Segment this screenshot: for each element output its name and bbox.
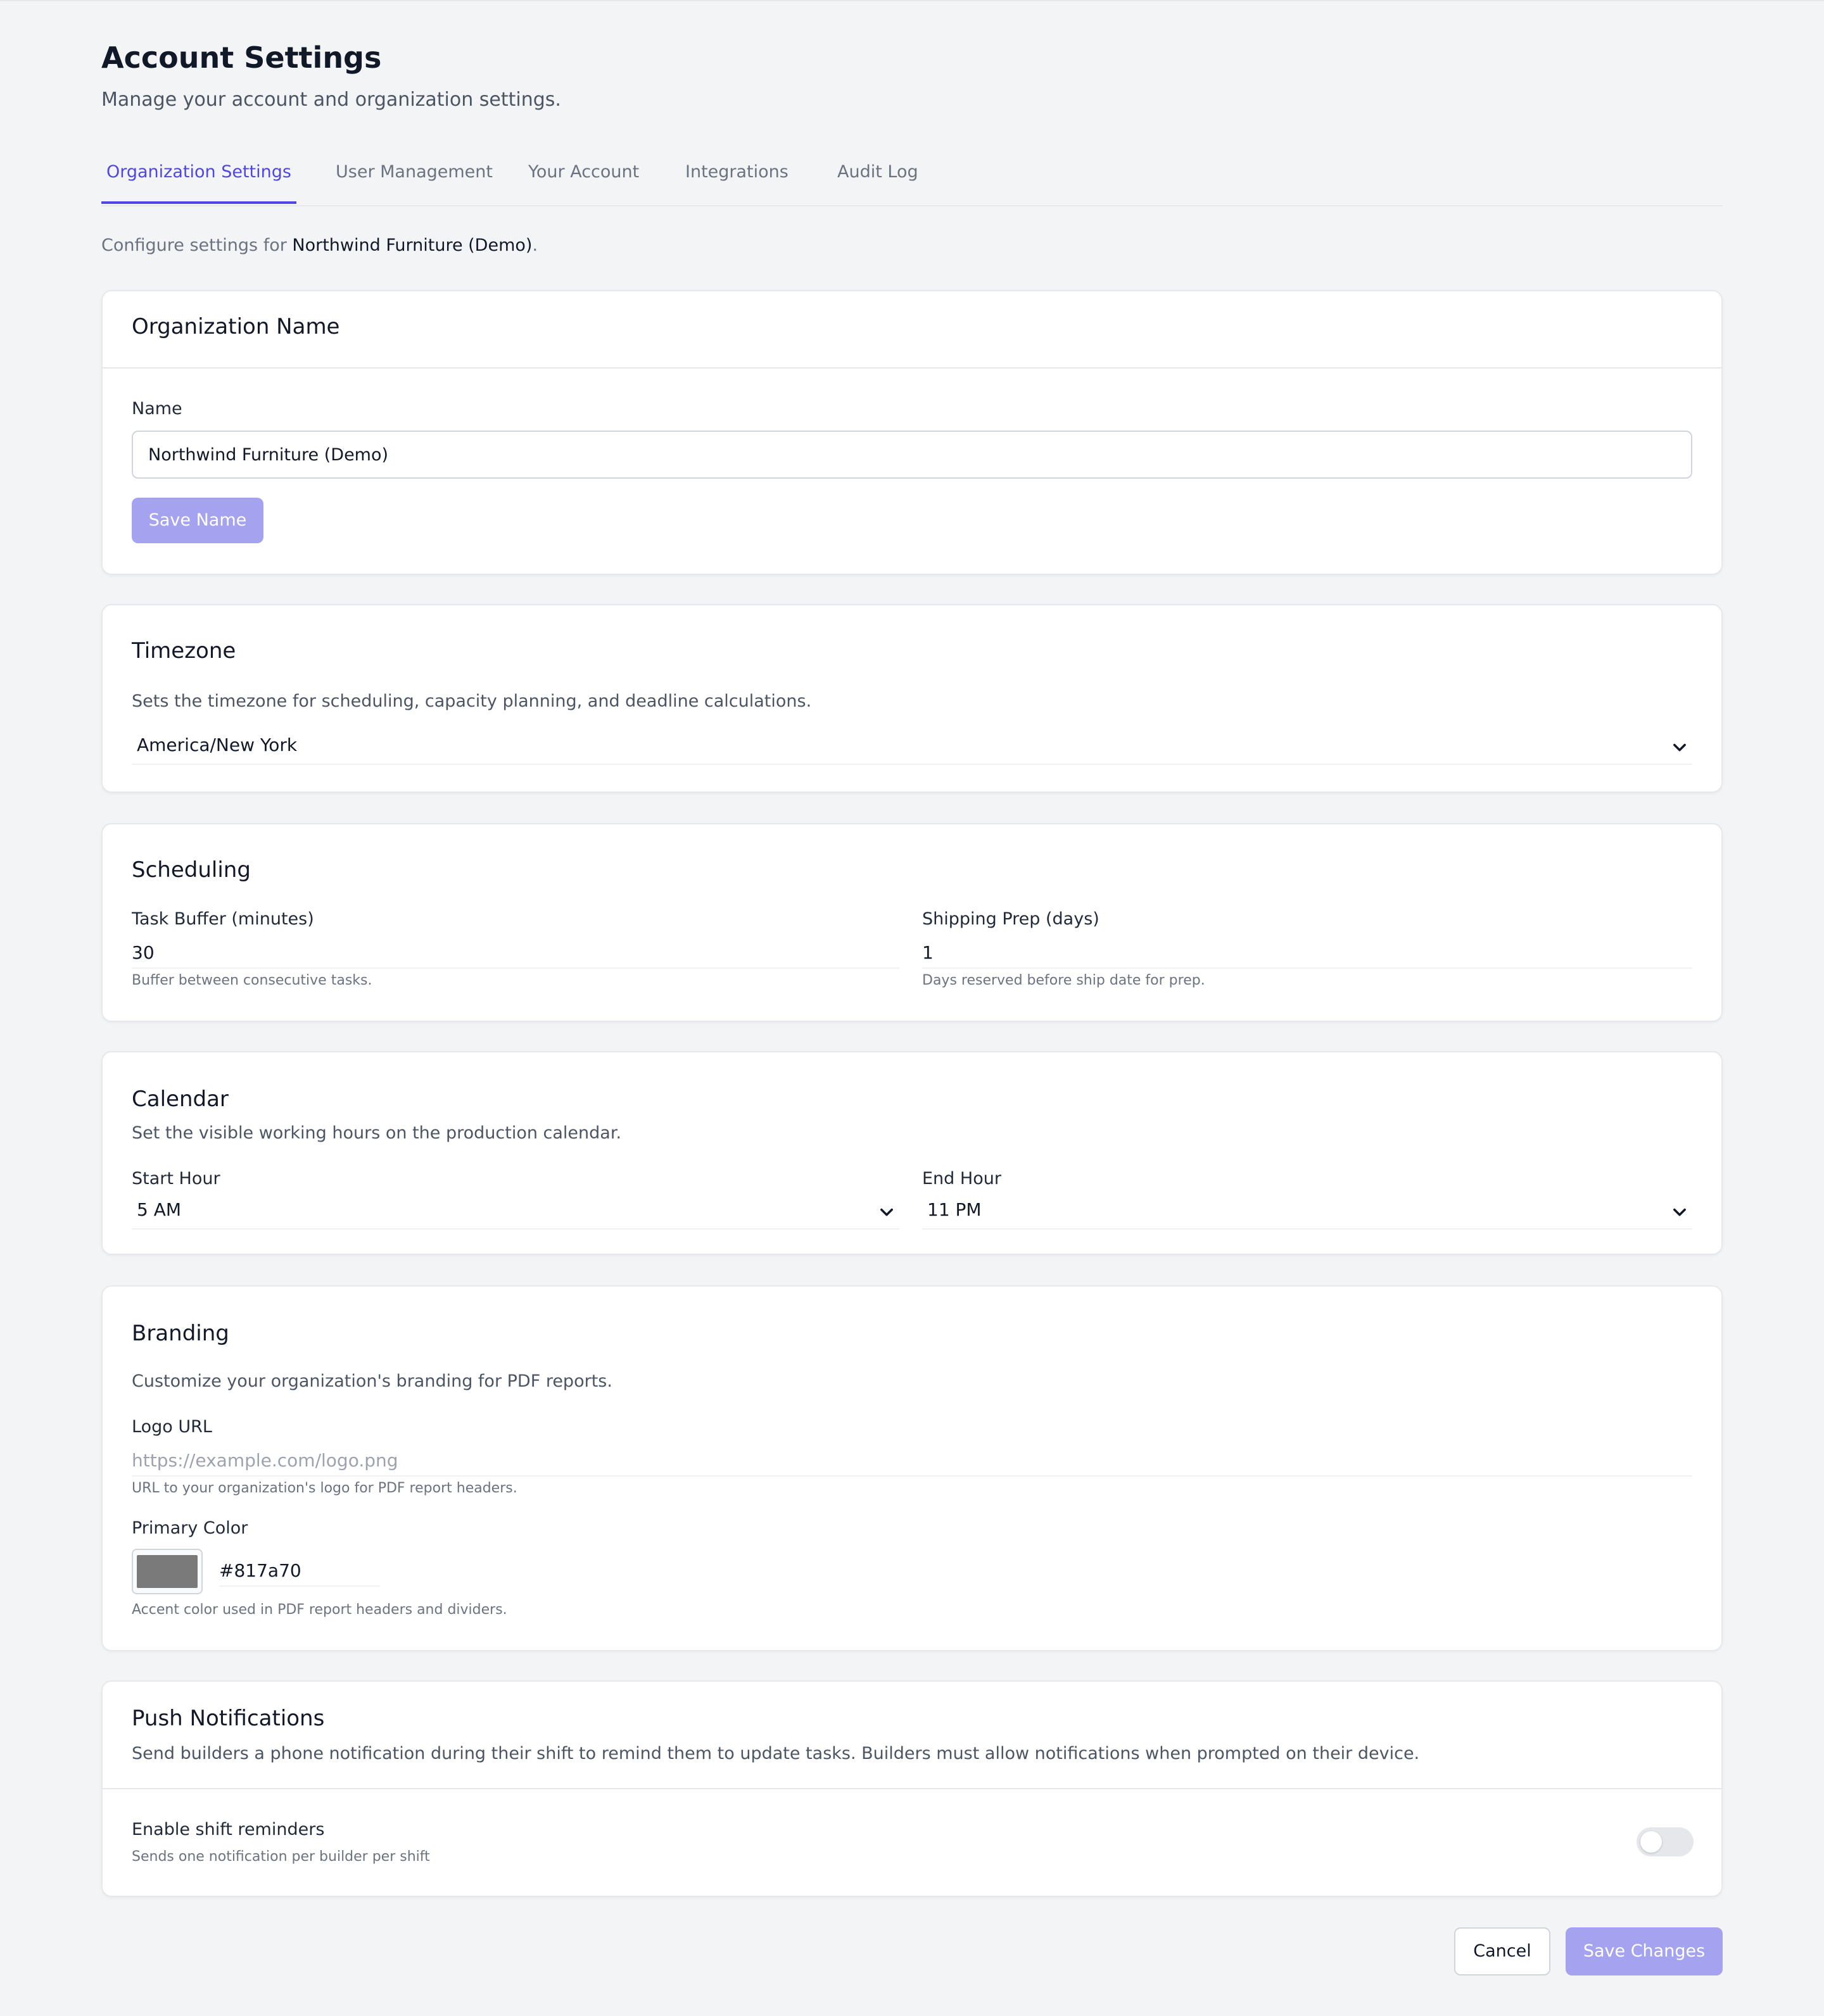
timezone-description: Sets the timezone for scheduling, capaci… [132,691,812,711]
configure-org-name: Northwind Furniture (Demo) [292,236,533,255]
timezone-selected-value: America/New York [137,734,298,755]
push-notifications-description: Send builders a phone notification durin… [132,1744,1420,1763]
chevron-down-icon [880,1208,893,1216]
toggle-knob [1640,1831,1662,1853]
task-buffer-input[interactable] [132,937,899,969]
primary-color-label: Primary Color [132,1518,248,1538]
timezone-card: Timezone Sets the timezone for schedulin… [101,604,1723,793]
shift-reminders-help: Sends one notification per builder per s… [132,1849,430,1865]
configure-suffix: . [532,236,538,255]
calendar-title: Calendar [132,1087,229,1112]
color-swatch-picker[interactable] [132,1549,203,1594]
name-label: Name [132,399,182,419]
timezone-select[interactable]: America/New York [132,732,1692,765]
logo-url-help: URL to your organization's logo for PDF … [132,1480,517,1496]
tab-audit-log[interactable]: Audit Log [832,162,923,204]
start-hour-select[interactable]: 5 AM [132,1197,899,1230]
push-notifications-card: Push Notifications Send builders a phone… [101,1680,1723,1897]
start-hour-value: 5 AM [137,1199,182,1220]
push-notifications-title: Push Notifications [132,1706,325,1731]
shift-reminders-label: Enable shift reminders [132,1820,325,1839]
tab-your-account[interactable]: Your Account [523,162,644,204]
task-buffer-label: Task Buffer (minutes) [132,909,314,929]
branding-card: Branding Customize your organization's b… [101,1285,1723,1651]
scheduling-title: Scheduling [132,857,251,883]
shipping-prep-label: Shipping Prep (days) [922,909,1099,929]
chevron-down-icon [1673,1208,1686,1216]
task-buffer-help: Buffer between consecutive tasks. [132,973,372,988]
logo-url-label: Logo URL [132,1417,212,1437]
page-title: Account Settings [101,41,382,75]
start-hour-label: Start Hour [132,1169,220,1188]
end-hour-value: 11 PM [927,1199,982,1220]
logo-url-input[interactable] [132,1445,1692,1477]
end-hour-select[interactable]: 11 PM [922,1197,1692,1230]
shipping-prep-help: Days reserved before ship date for prep. [922,973,1205,988]
branding-title: Branding [132,1321,229,1346]
chevron-down-icon [1673,743,1686,752]
scheduling-card: Scheduling Task Buffer (minutes) Buffer … [101,823,1723,1022]
save-name-button[interactable]: Save Name [132,498,263,543]
calendar-description: Set the visible working hours on the pro… [132,1123,622,1143]
shipping-prep-input[interactable] [922,937,1692,969]
tab-user-management[interactable]: User Management [331,162,498,204]
tab-integrations[interactable]: Integrations [680,162,794,204]
organization-name-card: Organization Name Name Save Name [101,290,1723,575]
shift-reminders-toggle[interactable] [1637,1827,1694,1856]
tab-organization-settings[interactable]: Organization Settings [101,162,296,204]
primary-color-input[interactable] [219,1555,380,1587]
save-changes-button[interactable]: Save Changes [1566,1927,1723,1975]
configure-prefix: Configure settings for [101,236,293,255]
page-subtitle: Manage your account and organization set… [101,89,561,111]
card-divider [103,367,1721,369]
branding-description: Customize your organization's branding f… [132,1371,612,1391]
organization-name-title: Organization Name [132,314,340,339]
cancel-button[interactable]: Cancel [1454,1927,1550,1975]
configure-note: Configure settings for Northwind Furnitu… [101,236,538,255]
settings-tabs: Organization Settings User Management Yo… [101,151,1723,206]
timezone-title: Timezone [132,638,236,664]
organization-name-input[interactable] [132,431,1692,479]
primary-color-help: Accent color used in PDF report headers … [132,1602,507,1618]
top-rule [0,0,1824,1]
card-divider [103,1788,1721,1789]
end-hour-label: End Hour [922,1169,1001,1188]
color-swatch-fill [137,1555,198,1588]
calendar-card: Calendar Set the visible working hours o… [101,1051,1723,1255]
